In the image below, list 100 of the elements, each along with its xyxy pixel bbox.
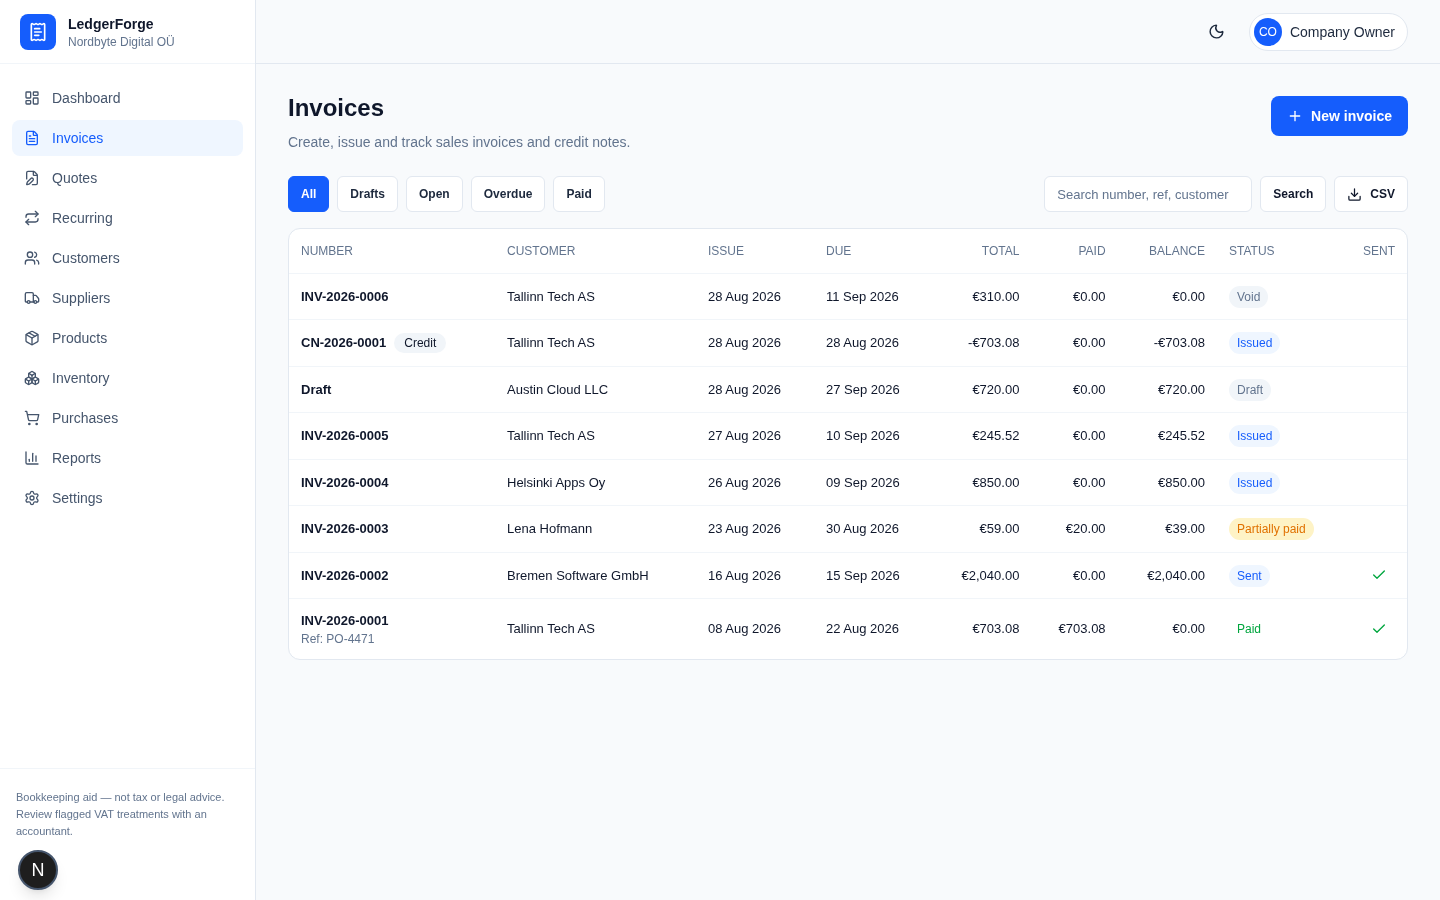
table-cell: 30 Aug 2026 [814, 505, 932, 552]
table-cell: €39.00 [1117, 505, 1217, 552]
download-icon [1347, 186, 1363, 202]
column-header: NUMBER [289, 229, 495, 273]
disclaimer-text: Bookkeeping aid — not tax or legal advice. Review flagged VAT treatments with an accountant. [16, 790, 226, 839]
table-cell: €245.52 [1117, 412, 1217, 459]
invoice-number[interactable]: INV-2026-0003 [301, 519, 389, 539]
users-icon [24, 250, 40, 266]
table-cell: Austin Cloud LLC [495, 366, 696, 413]
status-label: Issued [1229, 425, 1281, 447]
table-cell: 26 Aug 2026 [696, 459, 814, 506]
logo-icon [20, 13, 56, 50]
search-field[interactable]: Search number, ref, customer [1044, 176, 1253, 212]
table-cell: Bremen Software GmbH [495, 552, 696, 599]
table-cell: €0.00 [1031, 459, 1118, 506]
sidebar-item[interactable]: Settings [12, 480, 243, 516]
dev-badge[interactable]: N [18, 850, 58, 890]
table-cell: Helsinki Apps Oy [495, 459, 696, 506]
status-label: Draft [1229, 378, 1271, 401]
page-subtitle: Create, issue and track sales invoices and credit notes. [288, 133, 631, 152]
sidebar-item[interactable]: Purchases [12, 400, 243, 436]
sidebar-item[interactable]: Products [12, 320, 243, 356]
csv-export-button[interactable]: CSV [1334, 176, 1408, 212]
search-button[interactable]: Search [1260, 176, 1327, 212]
column-header: SENT [1347, 229, 1407, 273]
table-cell: 22 Aug 2026 [814, 598, 932, 659]
status-label: Partially paid [1229, 518, 1314, 540]
invoice-number[interactable]: INV-2026-0004 [301, 472, 389, 492]
package-icon [24, 330, 40, 346]
sidebar-item[interactable]: Invoices [12, 120, 243, 156]
user-avatar: CO [1253, 17, 1282, 46]
table-cell: 27 Aug 2026 [696, 412, 814, 459]
table-cell: 10 Sep 2026 [814, 412, 932, 459]
invoice-number[interactable]: CN-2026-0001 [301, 333, 387, 353]
invoice-number[interactable]: INV-2026-0005 [301, 426, 389, 446]
status-label: Issued [1229, 471, 1281, 494]
filter-tab[interactable]: Drafts [337, 176, 399, 212]
column-header: TOTAL [932, 229, 1032, 273]
table-cell: 23 Aug 2026 [696, 505, 814, 552]
table-cell: 09 Sep 2026 [814, 459, 932, 506]
column-header: DUE [814, 229, 932, 273]
repeat-icon [24, 210, 40, 226]
table-cell: €703.08 [1031, 598, 1118, 659]
invoice-number[interactable]: INV-2026-0001 [301, 611, 389, 631]
truck-icon [24, 290, 40, 306]
invoice-number[interactable]: Draft [301, 379, 332, 399]
table-cell: €2,040.00 [1117, 552, 1217, 599]
table-cell: Tallinn Tech AS [495, 319, 696, 366]
table-cell: €0.00 [1117, 273, 1217, 320]
column-header: BALANCE [1117, 229, 1217, 273]
table-cell: €720.00 [1117, 366, 1217, 413]
table-cell: 28 Aug 2026 [696, 273, 814, 320]
filter-tab[interactable]: Paid [553, 176, 605, 212]
column-header: PAID [1031, 229, 1118, 273]
table-cell: Lena Hofmann [495, 505, 696, 552]
sidebar-item[interactable]: Suppliers [12, 280, 243, 316]
status-label: Issued [1229, 332, 1281, 354]
filter-tab[interactable]: Open [406, 176, 463, 212]
table-cell: €850.00 [1117, 459, 1217, 506]
document-icon [24, 130, 40, 146]
credit-tag: Credit [394, 332, 447, 353]
sidebar-item[interactable]: Reports [12, 440, 243, 476]
sidebar-item[interactable]: Recurring [12, 200, 243, 236]
table-cell: €59.00 [932, 505, 1032, 552]
filter-tab[interactable]: Overdue [470, 176, 546, 212]
sidebar-item[interactable]: Customers [12, 240, 243, 276]
sidebar-item[interactable]: Dashboard [12, 80, 243, 116]
sidebar-item[interactable]: Inventory [12, 360, 243, 396]
reference-text: Ref: PO-4471 [301, 630, 376, 647]
table-cell: 15 Sep 2026 [814, 552, 932, 599]
status-label: Paid [1236, 621, 1263, 638]
dashboard-icon [24, 90, 40, 106]
invoice-number[interactable]: INV-2026-0006 [301, 286, 389, 306]
table-cell: €850.00 [932, 459, 1032, 506]
table-cell: €245.52 [932, 412, 1032, 459]
cart-icon [24, 410, 40, 426]
invoice-number[interactable]: INV-2026-0002 [301, 565, 389, 585]
filter-tab[interactable]: All [288, 176, 330, 212]
table-cell: €2,040.00 [932, 552, 1032, 599]
app-name: LedgerForge [68, 14, 155, 34]
user-menu[interactable]: CO Company Owner [1248, 12, 1408, 51]
column-header: CUSTOMER [495, 229, 696, 273]
table-cell: €720.00 [932, 366, 1032, 413]
table-cell: 27 Sep 2026 [814, 366, 932, 413]
bar-chart-icon [24, 450, 40, 466]
table-cell: Tallinn Tech AS [495, 412, 696, 459]
table-cell: €0.00 [1031, 319, 1118, 366]
moon-icon [1207, 23, 1225, 40]
table-cell: Tallinn Tech AS [495, 598, 696, 659]
settings-icon [24, 490, 40, 506]
table-cell: 28 Aug 2026 [814, 319, 932, 366]
table-cell: €0.00 [1031, 412, 1118, 459]
page-title: Invoices [288, 93, 386, 123]
table-cell: 11 Sep 2026 [814, 273, 932, 320]
sidebar-item[interactable]: Quotes [12, 160, 243, 196]
table-cell: -€703.08 [1117, 319, 1217, 366]
table-cell: 28 Aug 2026 [696, 319, 814, 366]
new-invoice-button[interactable]: New invoice [1271, 96, 1408, 136]
table-cell: Tallinn Tech AS [495, 273, 696, 320]
table-cell: 28 Aug 2026 [696, 366, 814, 413]
